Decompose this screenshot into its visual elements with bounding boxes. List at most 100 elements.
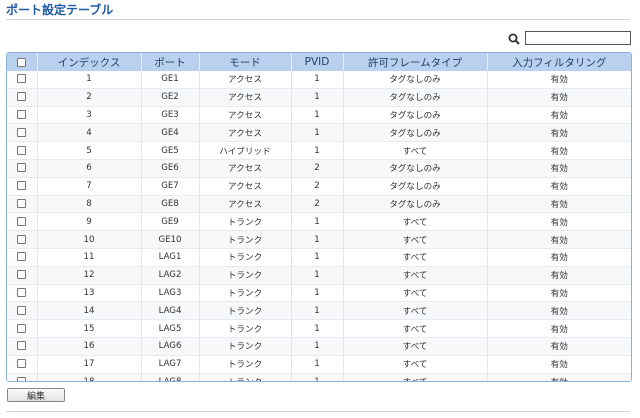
pvid-cell: 2 <box>291 195 344 214</box>
port-cell: LAG5 <box>141 319 200 338</box>
row-select-cell[interactable] <box>7 355 38 374</box>
search-input[interactable] <box>525 31 631 45</box>
pvid-cell: 1 <box>291 373 344 381</box>
pvid-cell: 1 <box>291 141 344 160</box>
table-row[interactable]: 1 GE1 アクセス 1 タグなしのみ 有効 <box>7 71 631 89</box>
ingress-filtering-cell: 有効 <box>487 177 631 196</box>
table-row[interactable]: 12 LAG2 トランク 1 すべて 有効 <box>7 266 631 285</box>
table-header-row: インデックス ポート モード PVID 許可フレームタイプ 入力フィルタリング <box>7 53 631 71</box>
row-checkbox[interactable] <box>17 287 27 297</box>
table-row[interactable]: 16 LAG6 トランク 1 すべて 有効 <box>7 337 631 356</box>
ingress-filtering-cell: 有効 <box>487 301 631 321</box>
row-checkbox[interactable] <box>17 270 27 280</box>
row-select-cell[interactable] <box>7 106 38 125</box>
pvid-cell: 1 <box>291 319 344 338</box>
row-checkbox[interactable] <box>17 323 27 333</box>
table-row[interactable]: 10 GE10 トランク 1 すべて 有効 <box>7 230 631 249</box>
table-row[interactable]: 15 LAG5 トランク 1 すべて 有効 <box>7 319 631 338</box>
table-row[interactable]: 11 LAG1 トランク 1 すべて 有効 <box>7 248 631 267</box>
row-select-cell[interactable] <box>7 212 38 232</box>
port-cell: LAG8 <box>141 373 200 381</box>
index-cell: 1 <box>37 71 142 89</box>
port-cell: GE4 <box>141 123 200 143</box>
row-select-cell[interactable] <box>7 301 38 321</box>
index-cell: 4 <box>37 123 142 143</box>
row-select-cell[interactable] <box>7 266 38 285</box>
row-select-cell[interactable] <box>7 248 38 267</box>
frame-type-cell: すべて <box>343 301 488 321</box>
table-row[interactable]: 4 GE4 アクセス 1 タグなしのみ 有効 <box>7 123 631 143</box>
pvid-cell: 1 <box>291 355 344 374</box>
row-checkbox[interactable] <box>17 234 27 244</box>
select-all-checkbox[interactable] <box>17 57 27 67</box>
row-checkbox[interactable] <box>17 341 27 351</box>
mode-cell: トランク <box>199 266 292 285</box>
row-checkbox[interactable] <box>17 145 27 155</box>
row-checkbox[interactable] <box>17 252 27 262</box>
table-row[interactable]: 13 LAG3 トランク 1 すべて 有効 <box>7 284 631 303</box>
row-checkbox[interactable] <box>17 216 27 226</box>
row-select-cell[interactable] <box>7 159 38 178</box>
row-checkbox[interactable] <box>17 376 27 381</box>
row-select-cell[interactable] <box>7 337 38 356</box>
table-row[interactable]: 2 GE2 アクセス 1 タグなしのみ 有効 <box>7 88 631 107</box>
index-cell: 12 <box>37 266 142 285</box>
search-icon[interactable] <box>508 33 520 45</box>
row-select-cell[interactable] <box>7 88 38 107</box>
frame-type-cell: タグなしのみ <box>343 177 488 196</box>
mode-cell: トランク <box>199 373 292 381</box>
port-cell: LAG3 <box>141 284 200 303</box>
row-checkbox[interactable] <box>17 198 27 208</box>
row-select-cell[interactable] <box>7 230 38 249</box>
index-cell: 13 <box>37 284 142 303</box>
row-select-cell[interactable] <box>7 373 38 381</box>
frame-type-cell: すべて <box>343 248 488 267</box>
pvid-cell: 1 <box>291 301 344 321</box>
index-cell: 6 <box>37 159 142 178</box>
row-checkbox[interactable] <box>17 127 27 137</box>
index-cell: 8 <box>37 195 142 214</box>
select-all-header[interactable] <box>7 53 38 71</box>
table-row[interactable]: 5 GE5 ハイブリッド 1 すべて 有効 <box>7 141 631 160</box>
frame-type-cell: タグなしのみ <box>343 106 488 125</box>
row-checkbox[interactable] <box>17 92 27 102</box>
pvid-cell: 1 <box>291 71 344 89</box>
row-select-cell[interactable] <box>7 195 38 214</box>
row-select-cell[interactable] <box>7 71 38 89</box>
port-cell: GE8 <box>141 195 200 214</box>
table-row[interactable]: 17 LAG7 トランク 1 すべて 有効 <box>7 355 631 374</box>
row-select-cell[interactable] <box>7 319 38 338</box>
table-row[interactable]: 14 LAG4 トランク 1 すべて 有効 <box>7 301 631 321</box>
table-row[interactable]: 18LAG8トランク1すべて有効 <box>7 373 631 381</box>
pvid-cell: 1 <box>291 230 344 249</box>
row-select-cell[interactable] <box>7 177 38 196</box>
table-row[interactable]: 7 GE7 アクセス 2 タグなしのみ 有効 <box>7 177 631 196</box>
port-cell: GE6 <box>141 159 200 178</box>
column-header-pvid: PVID <box>291 53 344 71</box>
index-cell: 3 <box>37 106 142 125</box>
index-cell: 15 <box>37 319 142 338</box>
table-row[interactable]: 9 GE9 トランク 1 すべて 有効 <box>7 212 631 232</box>
table-row[interactable]: 6 GE6 アクセス 2 タグなしのみ 有効 <box>7 159 631 178</box>
port-cell: GE10 <box>141 230 200 249</box>
table-row[interactable]: 3 GE3 アクセス 1 タグなしのみ 有効 <box>7 106 631 125</box>
mode-cell: アクセス <box>199 106 292 125</box>
row-checkbox[interactable] <box>17 74 27 84</box>
mode-cell: アクセス <box>199 195 292 214</box>
mode-cell: トランク <box>199 319 292 338</box>
row-checkbox[interactable] <box>17 181 27 191</box>
row-checkbox[interactable] <box>17 109 27 119</box>
mode-cell: アクセス <box>199 177 292 196</box>
frame-type-cell: すべて <box>343 230 488 249</box>
frame-type-cell: タグなしのみ <box>343 71 488 89</box>
row-select-cell[interactable] <box>7 284 38 303</box>
row-select-cell[interactable] <box>7 123 38 143</box>
edit-button[interactable]: 編集 <box>7 388 65 402</box>
row-checkbox[interactable] <box>17 359 27 369</box>
row-checkbox[interactable] <box>17 163 27 173</box>
ingress-filtering-cell: 有効 <box>487 337 631 356</box>
ingress-filtering-cell: 有効 <box>487 195 631 214</box>
row-select-cell[interactable] <box>7 141 38 160</box>
table-row[interactable]: 8 GE8 アクセス 2 タグなしのみ 有効 <box>7 195 631 214</box>
row-checkbox[interactable] <box>17 305 27 315</box>
